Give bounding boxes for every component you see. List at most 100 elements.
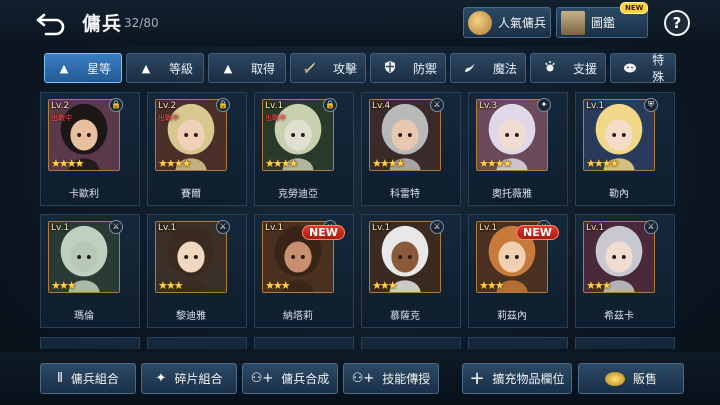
star-rating: ★★★★	[586, 157, 619, 170]
mercenary-card[interactable]: Lv.4 ⚔ ★★★★ 科雷特	[361, 92, 461, 206]
mercenary-name: 勒內	[609, 189, 629, 200]
card-partial	[254, 337, 354, 349]
support-icon	[541, 60, 559, 77]
mercenary-name: 克勞迪亞	[278, 189, 318, 200]
user-plus-icon: ⚇+	[250, 371, 274, 386]
level-label: Lv.1	[586, 223, 605, 233]
tab-obtained[interactable]: ▲ 取得	[208, 53, 286, 83]
mercenary-card[interactable]: Lv.1⚔★★★莉茲內NEW	[468, 214, 568, 328]
star-rating: ★★★★	[158, 157, 191, 170]
sword-icon	[301, 60, 319, 77]
sword-icon: ⚔	[216, 220, 230, 234]
sword-icon: ⚔	[430, 220, 444, 234]
star-rating: ★★★	[265, 279, 291, 292]
mercenary-card[interactable]: Lv.1 ⚔ ★★★ 希茲卡	[575, 214, 675, 328]
arrow-up-icon: ▲	[59, 61, 69, 75]
back-button[interactable]	[34, 9, 70, 37]
book-icon	[561, 10, 585, 35]
mercenary-card[interactable]: Lv.1 ⚔ ★★★ 黎迪雅	[147, 214, 247, 328]
mercenary-card[interactable]: Lv.3 ✦ ★★★★ 奧托薇雅	[468, 92, 568, 206]
star-rating: ★★★★	[372, 157, 405, 170]
card-partial	[147, 337, 247, 349]
arrow-up-icon: ▲	[223, 61, 233, 75]
tab-label: 特殊	[652, 53, 665, 84]
level-label: Lv.2	[158, 101, 177, 111]
tab-support[interactable]: 支援	[530, 53, 606, 83]
lock-icon: 🔒	[323, 98, 337, 112]
popular-face-icon	[468, 10, 492, 35]
combine-label: 傭兵組合	[70, 372, 119, 386]
mercenary-name: 納塔莉	[283, 311, 313, 322]
shield-icon: ⛨	[644, 98, 658, 112]
mercenary-name: 莉茲內	[497, 311, 527, 322]
card-partial	[40, 337, 140, 349]
skill-transfer-button[interactable]: ⚇+ 技能傳授	[343, 363, 439, 394]
sell-label: 販售	[632, 372, 657, 386]
card-partial	[575, 337, 675, 349]
star-rating: ★★★	[372, 279, 398, 292]
tab-label: 支援	[573, 61, 598, 76]
shard-label: 碎片組合	[174, 372, 223, 386]
mercenary-card[interactable]: Lv.1 ⚔ ★★★ 瑪倫	[40, 214, 140, 328]
level-label: Lv.1	[158, 223, 177, 233]
popular-label: 人氣傭兵	[498, 16, 547, 30]
level-label: Lv.4	[372, 101, 391, 111]
shard-combine-button[interactable]: ✦ 碎片組合	[141, 363, 237, 394]
popular-mercenaries-button[interactable]: 人氣傭兵	[463, 7, 551, 38]
mercenary-grid: Lv.2 出戰中 🔒 ★★★★ 卡歐利 Lv.2 出戰中 🔒 ★★★★ 賽爾 Lv.1 出戰中 🔒 ★★★…	[40, 92, 680, 342]
level-label: Lv.1	[479, 223, 498, 233]
combine-icon: ⦀	[57, 371, 63, 386]
tab-label: 取得	[251, 61, 276, 76]
user-plus-icon: ⚇+	[351, 371, 375, 386]
synth-label: 傭兵合成	[281, 372, 330, 386]
dictionary-label: 圖鑑	[591, 16, 616, 30]
tab-defense[interactable]: 防禦	[370, 53, 446, 83]
shield-icon	[381, 60, 399, 77]
star-rating: ★★★★	[265, 157, 298, 170]
mercenary-card[interactable]: Lv.1 ⚔ ★★★ 慕薩克	[361, 214, 461, 328]
mercenary-synthesis-button[interactable]: ⚇+ 傭兵合成	[242, 363, 338, 394]
deployed-status: 出戰中	[158, 114, 179, 122]
arrow-up-icon: ▲	[141, 61, 151, 75]
tab-attack[interactable]: 攻擊	[290, 53, 366, 83]
star-rating: ★★★	[158, 279, 184, 292]
deployed-status: 出戰中	[265, 114, 286, 122]
mercenary-card[interactable]: Lv.1 ⛨ ★★★★ 勒內	[575, 92, 675, 206]
mercenary-name: 賽爾	[181, 189, 201, 200]
sword-icon: ⚔	[109, 220, 123, 234]
special-icon	[621, 60, 638, 77]
mercenary-name: 卡歐利	[69, 189, 99, 200]
card-partial	[361, 337, 461, 349]
new-badge: NEW	[302, 225, 345, 240]
tab-label: 魔法	[493, 61, 518, 76]
mercenary-card[interactable]: Lv.1⚔★★★納塔莉NEW	[254, 214, 354, 328]
new-badge: NEW	[516, 225, 559, 240]
tab-level[interactable]: ▲ 等級	[126, 53, 204, 83]
level-label: Lv.2	[51, 101, 70, 111]
mercenary-name: 黎迪雅	[176, 311, 206, 322]
expand-label: 擴充物品欄位	[492, 372, 565, 386]
level-label: Lv.1	[265, 101, 284, 111]
mercenary-combine-button[interactable]: ⦀ 傭兵組合	[40, 363, 136, 394]
card-partial	[468, 337, 568, 349]
tab-magic[interactable]: 魔法	[450, 53, 526, 83]
mercenary-card[interactable]: Lv.2 出戰中 🔒 ★★★★ 卡歐利	[40, 92, 140, 206]
help-button[interactable]: ?	[664, 10, 690, 36]
mercenary-card[interactable]: Lv.1 出戰中 🔒 ★★★★ 克勞迪亞	[254, 92, 354, 206]
gold-coin-icon	[604, 371, 625, 386]
sort-tabs: ▲ 星等 ▲ 等級 ▲ 取得 攻擊 防禦 魔法 支援 特殊	[40, 53, 680, 84]
tab-star[interactable]: ▲ 星等	[44, 53, 122, 83]
tab-special[interactable]: 特殊	[610, 53, 676, 84]
expand-inventory-button[interactable]: + 擴充物品欄位	[462, 363, 572, 394]
sell-button[interactable]: 販售	[578, 363, 684, 394]
tab-label: 攻擊	[333, 61, 358, 76]
lock-icon: 🔒	[216, 98, 230, 112]
magic-icon: ✦	[537, 98, 551, 112]
star-rating: ★★★	[479, 279, 505, 292]
tab-label: 等級	[169, 61, 194, 76]
shard-icon: ✦	[155, 371, 167, 386]
mercenary-count: 32/80	[124, 16, 159, 30]
mercenary-card[interactable]: Lv.2 出戰中 🔒 ★★★★ 賽爾	[147, 92, 247, 206]
skill-label: 技能傳授	[382, 372, 431, 386]
mercenary-name: 慕薩克	[390, 311, 420, 322]
